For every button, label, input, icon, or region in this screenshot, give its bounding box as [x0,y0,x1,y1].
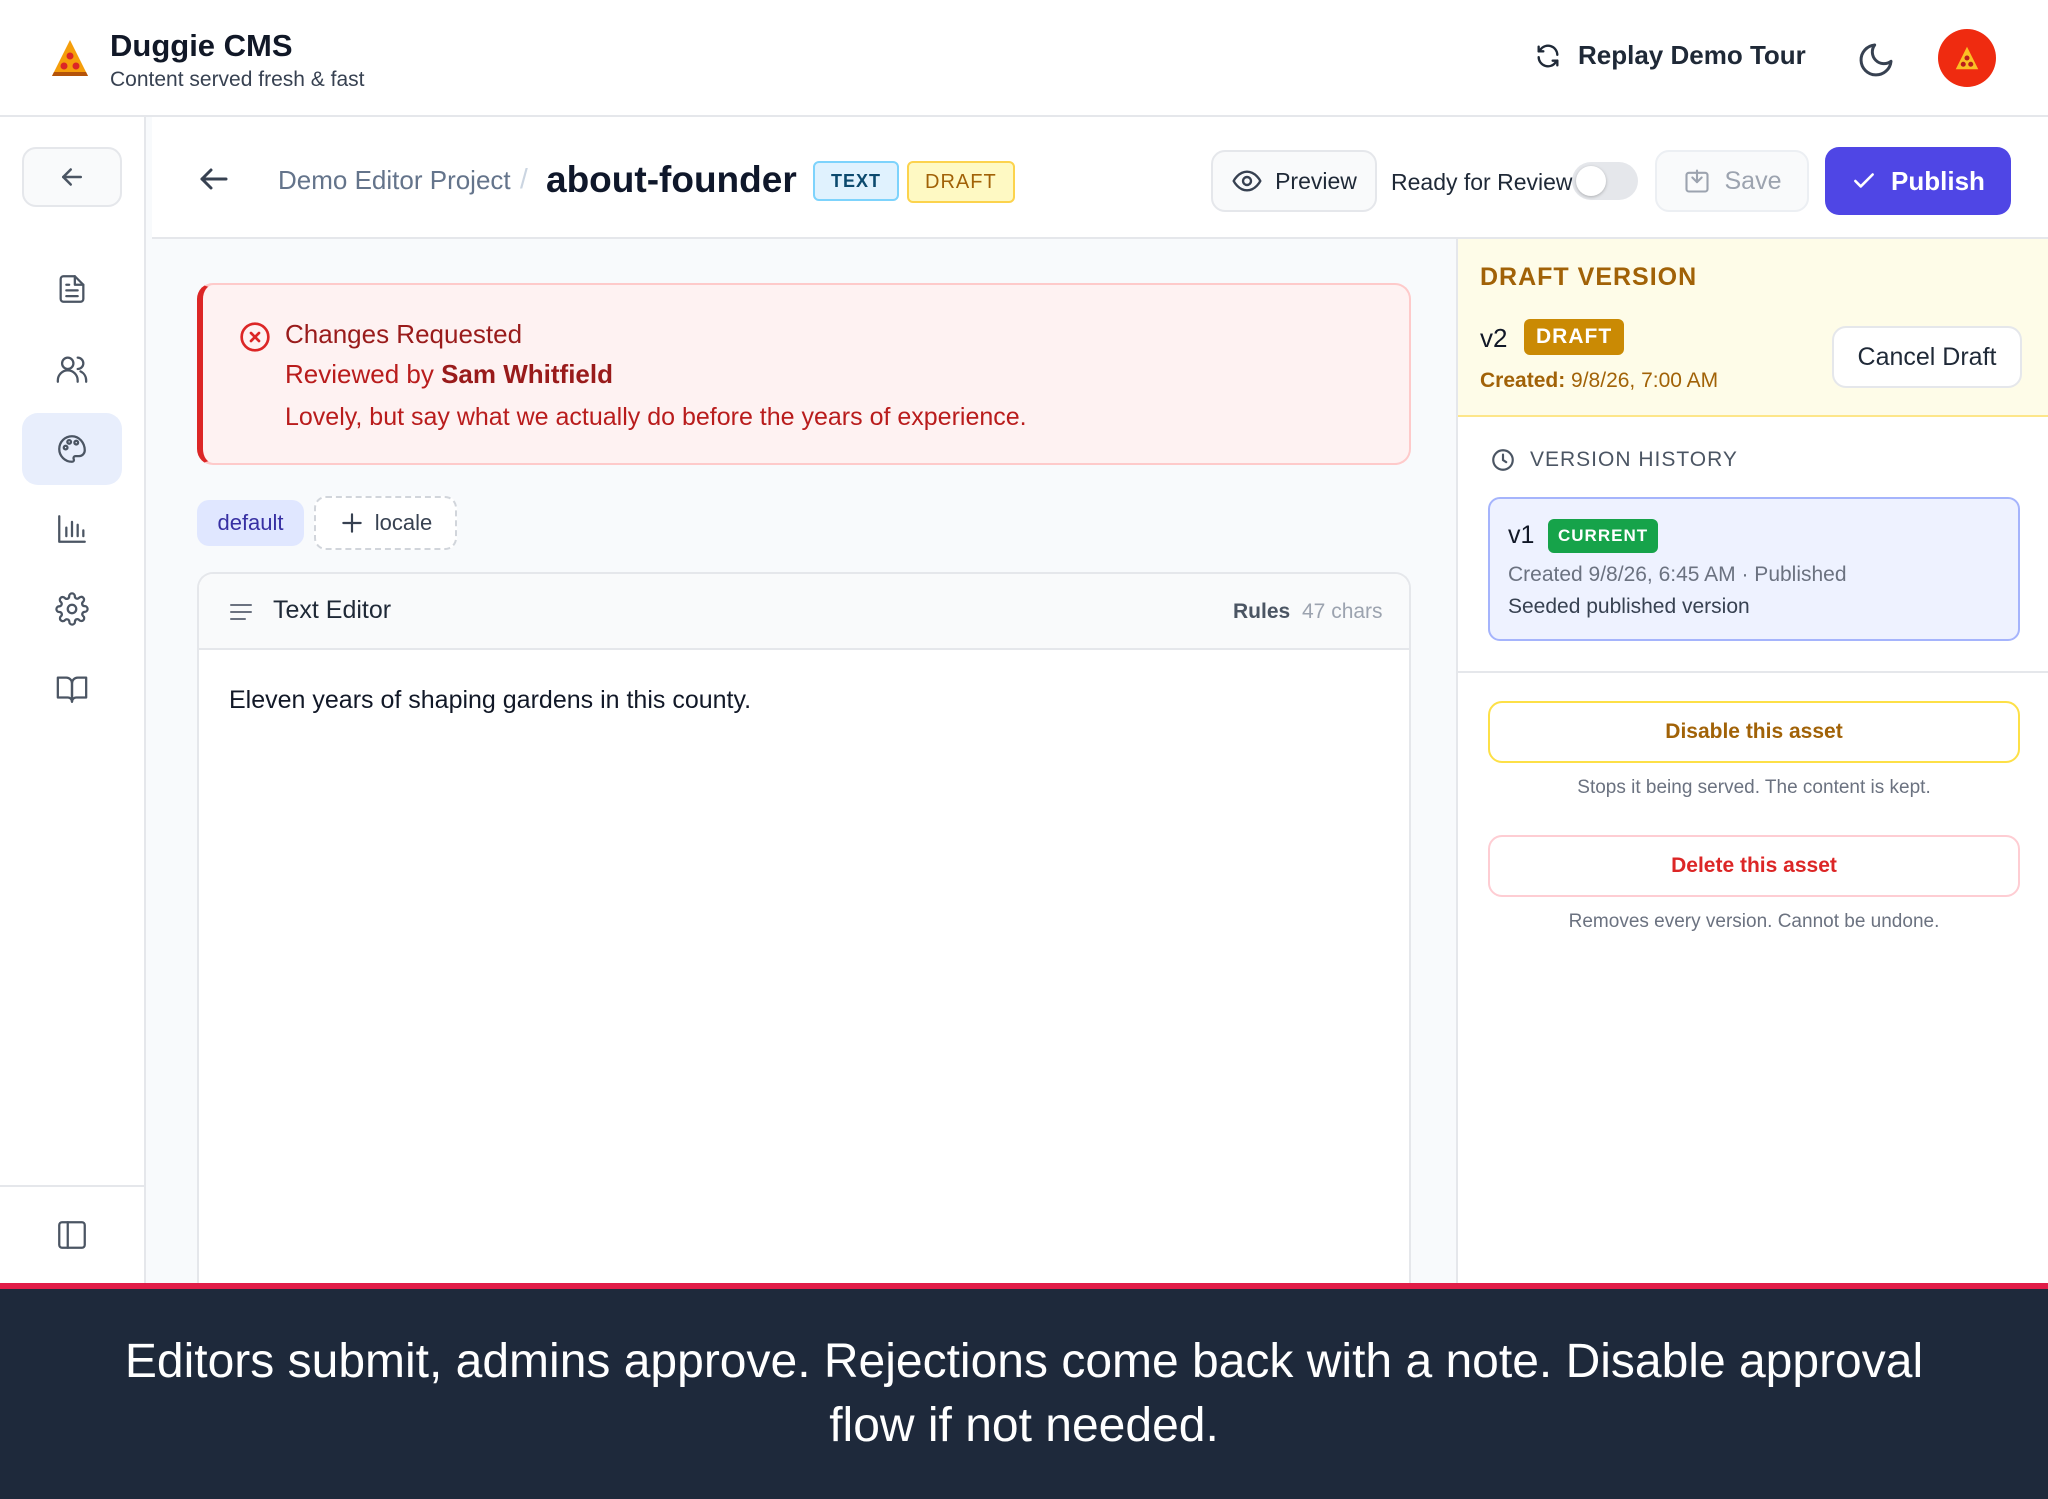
reviewer-name: Sam Whitfield [441,359,613,389]
users-icon [56,356,88,383]
version-history-label: VERSION HISTORY [1530,448,1738,471]
arrow-left-icon [62,168,82,186]
app-tagline: Content served fresh & fast [110,68,365,91]
sidebar-item-analytics[interactable] [22,493,122,565]
delete-asset-button[interactable]: Delete this asset [1488,835,2020,897]
version-number: v1 [1508,521,1535,549]
pizza-avatar-icon [1955,46,1979,70]
locale-tab-default[interactable]: default [197,500,304,546]
disable-asset-note: Stops it being served. The content is ke… [1577,777,1931,798]
status-badge: DRAFT [907,161,1015,203]
version-history-item[interactable]: v1 CURRENT Created 9/8/26, 6:45 AM · Pub… [1488,497,2020,641]
pizza-slice-icon [52,40,88,76]
preview-button[interactable]: Preview [1211,150,1377,212]
sidebar-panel-icon [58,1221,86,1249]
cancel-draft-button[interactable]: Cancel Draft [1832,326,2022,388]
preview-label: Preview [1275,167,1357,194]
palette-icon [58,435,86,463]
refresh-icon [1537,44,1559,67]
bar-chart-icon [58,515,86,543]
ready-for-review-label: Ready for Review [1391,169,1573,195]
version-meta: Created 9/8/26, 6:45 AM · Published [1508,563,1847,586]
moon-icon[interactable] [1856,40,1896,80]
draft-version-heading: DRAFT VERSION [1480,263,1698,291]
divider [1458,671,2048,673]
sidebar-item-content[interactable] [22,253,122,325]
check-icon [1854,173,1875,188]
back-arrow-icon[interactable] [196,161,232,197]
clock-icon [1492,449,1514,471]
app-name: Duggie CMS [110,28,293,63]
alert-title: Changes Requested [285,319,523,349]
sidebar-item-settings[interactable] [22,573,122,645]
publish-button[interactable]: Publish [1825,147,2011,215]
type-badge: TEXT [813,161,900,201]
draft-created-value: 9/8/26, 7:00 AM [1571,369,1719,392]
changes-requested-alert: Changes Requested Reviewed by Sam Whitfi… [197,283,1411,465]
replay-tour-label: Replay Demo Tour [1578,40,1806,70]
text-editor-title: Text Editor [273,596,392,624]
tour-caption-text: Editors submit, admins approve. Rejectio… [124,1335,1924,1452]
sidebar-collapse-button[interactable] [22,147,122,207]
draft-created-label: Created: [1480,369,1566,392]
plus-icon [342,513,362,533]
tour-caption: Editors submit, admins approve. Rejectio… [0,1283,2048,1499]
sidebar [0,117,146,1283]
char-count: 47 chars [1302,600,1383,623]
sidebar-panel-toggle[interactable] [0,1185,144,1283]
breadcrumb-separator: / [520,163,528,194]
add-locale-button[interactable]: locale [314,496,457,550]
version-note: Seeded published version [1508,595,1750,618]
sidebar-item-themes[interactable] [22,413,122,485]
text-editor-header: Text Editor Rules 47 chars [199,574,1409,650]
breadcrumb-project[interactable]: Demo Editor Project [278,165,511,196]
avatar[interactable] [1938,29,1996,87]
draft-version-box: DRAFT VERSION v2 DRAFT Created: 9/8/26, … [1458,239,2048,417]
draft-created: Created: 9/8/26, 7:00 AM [1480,369,1718,393]
page-title: about-founder [546,159,797,200]
x-circle-icon [240,322,270,352]
sidebar-item-users[interactable] [22,333,122,405]
save-label: Save [1724,166,1782,195]
book-icon [56,676,88,703]
eye-icon [1232,170,1262,192]
text-lines-icon [230,604,252,620]
gear-icon [55,592,89,626]
sidebar-item-docs[interactable] [22,653,122,725]
ready-for-review-toggle[interactable] [1572,162,1638,200]
replay-tour-button[interactable]: Replay Demo Tour [1534,40,1806,71]
rules-link[interactable]: Rules [1233,600,1290,624]
version-history-heading: VERSION HISTORY [1490,447,1738,473]
draft-version-number: v2 [1480,323,1508,353]
reviewed-by-prefix: Reviewed by [285,359,434,389]
version-panel: DRAFT VERSION v2 DRAFT Created: 9/8/26, … [1456,239,2048,1283]
current-badge: CURRENT [1548,519,1659,553]
alert-reviewer-line: Reviewed by Sam Whitfield [285,359,613,390]
add-locale-label: locale [374,510,433,535]
review-note: Lovely, but say what we actually do befo… [285,403,1027,431]
disable-asset-button[interactable]: Disable this asset [1488,701,2020,763]
publish-label: Publish [1891,165,1985,196]
delete-asset-note: Removes every version. Cannot be undone. [1568,911,1940,932]
editor-header: Demo Editor Project / about-founder TEXT… [152,117,2048,239]
draft-badge: DRAFT [1524,319,1625,355]
save-icon [1684,169,1709,193]
top-bar: Duggie CMS Content served fresh & fast R… [0,0,2048,117]
document-icon [59,275,85,303]
text-editor: Text Editor Rules 47 chars Eleven years … [197,572,1411,1283]
save-button[interactable]: Save [1655,150,1809,212]
toggle-knob [1576,166,1606,196]
text-editor-content[interactable]: Eleven years of shaping gardens in this … [229,686,751,715]
